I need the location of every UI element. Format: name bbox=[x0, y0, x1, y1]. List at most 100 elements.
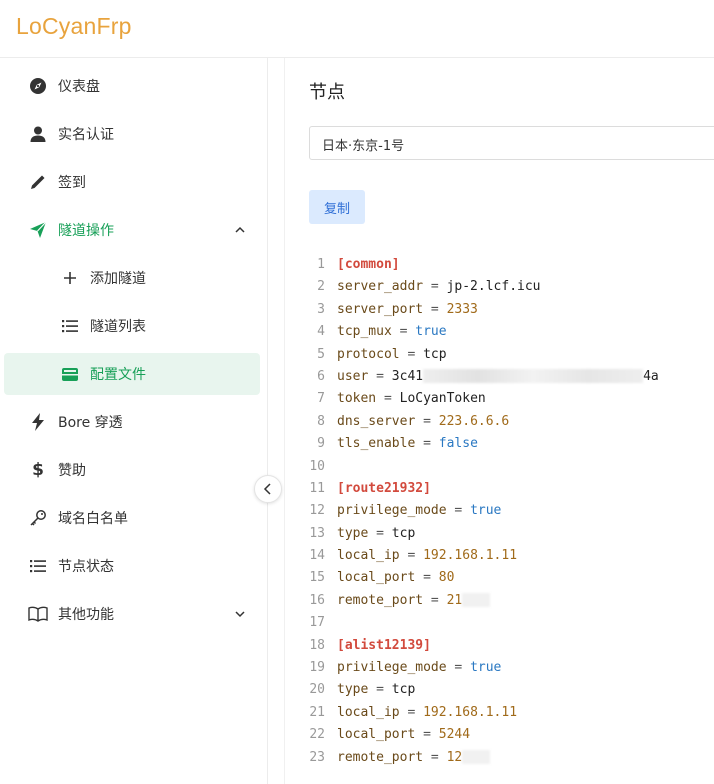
sidebar-item-label: 隧道列表 bbox=[90, 319, 146, 335]
sidebar-item-label: 域名白名单 bbox=[58, 511, 128, 527]
code-line: 11 [route21932] bbox=[309, 478, 709, 500]
sidebar-item-signin[interactable]: 签到 bbox=[4, 161, 260, 203]
sidebar-item-verification[interactable]: 实名认证 bbox=[4, 113, 260, 155]
line-number: 1 bbox=[317, 257, 325, 272]
line-text: local_port = 5244 bbox=[337, 727, 471, 743]
copy-button[interactable]: 复制 bbox=[309, 190, 365, 224]
line-number: 6 bbox=[317, 368, 325, 384]
redacted-mask bbox=[462, 750, 491, 765]
line-text: [common] bbox=[337, 257, 400, 272]
line-text: server_port = 2333 bbox=[337, 301, 478, 317]
line-number: 22 bbox=[309, 727, 325, 743]
node-select[interactable]: 日本·东京-1号 bbox=[309, 126, 714, 160]
line-text: local_ip = 192.168.1.11 bbox=[337, 548, 518, 564]
line-number: 7 bbox=[317, 391, 325, 407]
line-number: 21 bbox=[309, 704, 325, 720]
code-line: 17 bbox=[309, 612, 709, 634]
chevron-up-icon bbox=[232, 222, 248, 238]
wallet-icon bbox=[60, 364, 80, 384]
line-text: local_port = 80 bbox=[337, 570, 455, 586]
sidebar-item-label: Bore 穿透 bbox=[58, 415, 123, 431]
sidebar-item-dashboard[interactable]: 仪表盘 bbox=[4, 65, 260, 107]
code-line: 8 dns_server = 223.6.6.6 bbox=[309, 411, 709, 433]
code-line: 20 type = tcp bbox=[309, 679, 709, 701]
line-number: 15 bbox=[309, 570, 325, 586]
line-number: 13 bbox=[309, 525, 325, 541]
list-icon bbox=[60, 316, 80, 336]
code-line: 15 local_port = 80 bbox=[309, 567, 709, 589]
list-icon bbox=[28, 556, 48, 576]
line-number: 9 bbox=[317, 436, 325, 452]
sidebar-item-label: 签到 bbox=[58, 175, 86, 191]
code-line: 19 privilege_mode = true bbox=[309, 657, 709, 679]
book-icon bbox=[28, 604, 48, 624]
sidebar-item-node-status[interactable]: 节点状态 bbox=[4, 545, 260, 587]
sidebar-item-label: 赞助 bbox=[58, 463, 86, 479]
line-text: local_ip = 192.168.1.11 bbox=[337, 704, 518, 720]
line-number: 17 bbox=[309, 615, 325, 631]
dollar-icon: $ bbox=[32, 460, 44, 480]
app-logo[interactable]: LoCyanFrp bbox=[16, 13, 132, 40]
line-number: 4 bbox=[317, 324, 325, 340]
sidebar-item-other[interactable]: 其他功能 bbox=[4, 593, 260, 635]
code-line: 5 protocol = tcp bbox=[309, 344, 709, 366]
sidebar-item-add-tunnel[interactable]: 添加隧道 bbox=[4, 257, 260, 299]
code-line: 1 [common] bbox=[309, 254, 709, 276]
line-text: remote_port = 12 bbox=[337, 747, 491, 769]
code-line: 3 server_port = 2333 bbox=[309, 299, 709, 321]
sidebar-item-config-file[interactable]: 配置文件 bbox=[4, 353, 260, 395]
config-code-block[interactable]: 1 [common] 2 server_addr = jp-2.lcf.icu 3 ser… bbox=[309, 254, 709, 769]
code-line: 22 local_port = 5244 bbox=[309, 724, 709, 746]
chevron-down-icon bbox=[232, 606, 248, 622]
page-title: 节点 bbox=[309, 82, 345, 103]
line-number: 14 bbox=[309, 548, 325, 564]
line-text: dns_server = 223.6.6.6 bbox=[337, 413, 510, 429]
plus-icon bbox=[60, 268, 80, 288]
line-number: 2 bbox=[317, 279, 325, 295]
line-number: 3 bbox=[317, 301, 325, 317]
sidebar-item-tunnel-list[interactable]: 隧道列表 bbox=[4, 305, 260, 347]
user-icon bbox=[28, 124, 48, 144]
line-text: [route21932] bbox=[337, 480, 431, 496]
code-line: 2 server_addr = jp-2.lcf.icu bbox=[309, 276, 709, 298]
code-line: 18 [alist12139] bbox=[309, 635, 709, 657]
code-line: 13 type = tcp bbox=[309, 523, 709, 545]
sidebar-item-domain-whitelist[interactable]: 域名白名单 bbox=[4, 497, 260, 539]
main-content: 节点 日本·东京-1号 复制 1 [common] 2 server_addr = j… bbox=[284, 58, 714, 784]
line-text: type = tcp bbox=[337, 682, 416, 698]
line-text: remote_port = 21 bbox=[337, 590, 491, 612]
code-line: 21 local_ip = 192.168.1.11 bbox=[309, 702, 709, 724]
node-select-value: 日本·东京-1号 bbox=[322, 139, 405, 154]
key-icon bbox=[28, 508, 48, 528]
sidebar-item-bore[interactable]: Bore 穿透 bbox=[4, 401, 260, 443]
line-number: 16 bbox=[309, 592, 325, 608]
redacted-mask bbox=[423, 369, 644, 384]
line-number: 10 bbox=[309, 458, 325, 474]
line-text: type = tcp bbox=[337, 525, 416, 541]
line-text: [alist12139] bbox=[337, 637, 431, 653]
line-text: user = 3c41 4a bbox=[337, 368, 659, 384]
code-line: 16 remote_port = 21 bbox=[309, 590, 709, 612]
line-number: 5 bbox=[317, 346, 325, 362]
sidebar: 仪表盘 实名认证 签到 隧道操作 添加隧道 隧道列表 配置文件 Bore 穿透 … bbox=[0, 58, 268, 784]
sidebar-item-sponsor[interactable]: $ 赞助 bbox=[4, 449, 260, 491]
code-line: 7 token = LoCyanToken bbox=[309, 388, 709, 410]
sidebar-item-tunnel-ops[interactable]: 隧道操作 bbox=[4, 209, 260, 251]
code-line: 10 bbox=[309, 456, 709, 478]
line-number: 20 bbox=[309, 682, 325, 698]
line-text: protocol = tcp bbox=[337, 346, 447, 362]
code-line: 14 local_ip = 192.168.1.11 bbox=[309, 545, 709, 567]
line-number: 23 bbox=[309, 749, 325, 765]
bolt-icon bbox=[28, 412, 48, 432]
code-line: 4 tcp_mux = true bbox=[309, 321, 709, 343]
compass-icon bbox=[28, 76, 48, 96]
sidebar-item-label: 添加隧道 bbox=[90, 271, 146, 287]
line-text: server_addr = jp-2.lcf.icu bbox=[337, 279, 541, 295]
sidebar-item-label: 隧道操作 bbox=[58, 223, 114, 239]
line-text: privilege_mode = true bbox=[337, 503, 502, 519]
line-number: 19 bbox=[309, 660, 325, 676]
sidebar-item-label: 配置文件 bbox=[90, 367, 146, 383]
app-header: LoCyanFrp bbox=[0, 0, 714, 58]
sidebar-collapse-button[interactable] bbox=[254, 475, 282, 503]
line-number: 18 bbox=[309, 637, 325, 653]
